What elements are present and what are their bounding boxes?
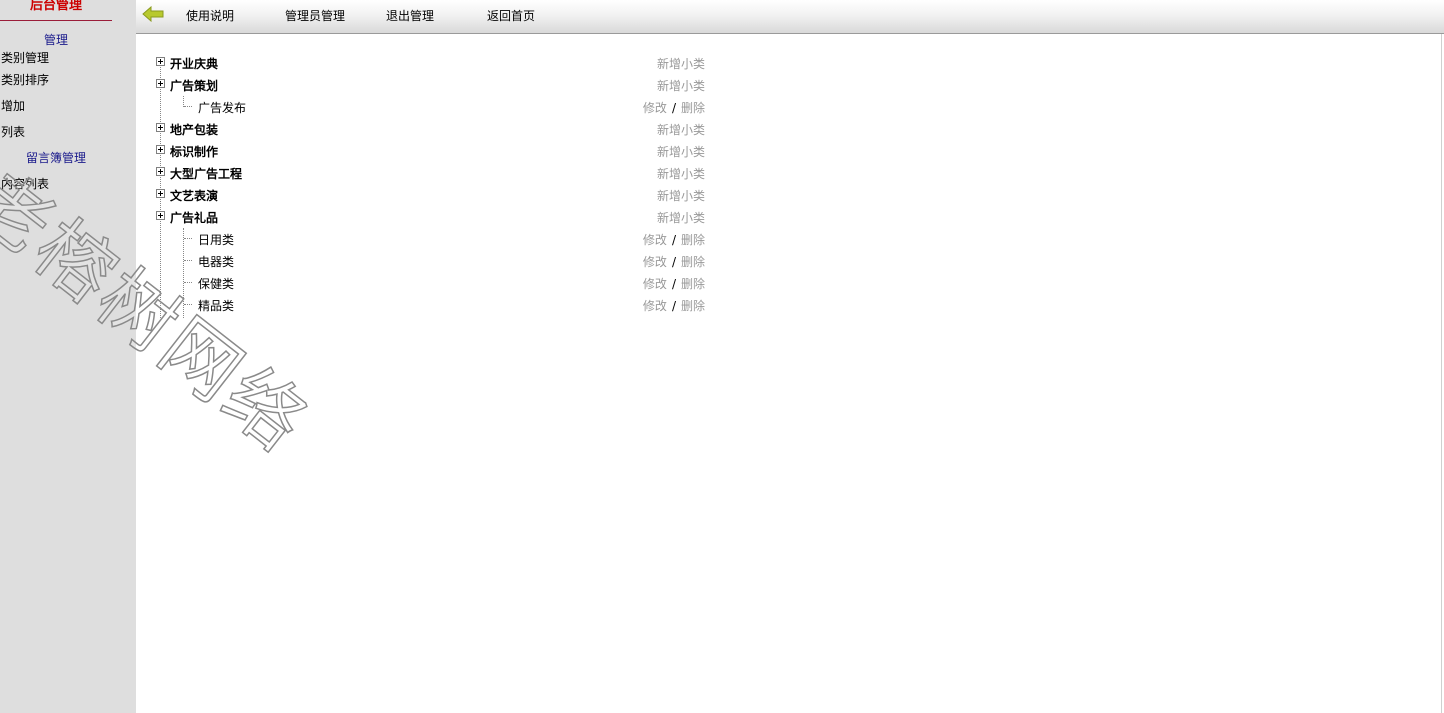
sidebar-item-add[interactable]: 增加 <box>1 97 25 114</box>
nav-logout-link[interactable]: 退出管理 <box>386 7 434 24</box>
sidebar-group-manage: 管理 <box>43 33 68 47</box>
expand-plus-icon[interactable] <box>156 167 165 176</box>
delete-link[interactable]: 删除 <box>681 233 705 247</box>
nav-home-link[interactable]: 返回首页 <box>487 7 535 24</box>
tree-row-subcategory: 电器类 修改 / 删除 <box>155 250 705 272</box>
edit-link[interactable]: 修改 <box>643 233 667 247</box>
sidebar-group-guestbook: 留言簿管理 <box>25 151 86 165</box>
tree-row-category: 广告礼品 新增小类 <box>155 206 705 228</box>
category-label[interactable]: 标识制作 <box>170 143 218 160</box>
action-separator: / <box>671 277 676 291</box>
expand-plus-icon[interactable] <box>156 145 165 154</box>
subcategory-label[interactable]: 电器类 <box>198 253 234 270</box>
edit-link[interactable]: 修改 <box>643 299 667 313</box>
tree-row-category: 大型广告工程 新增小类 <box>155 162 705 184</box>
sidebar-item-content-list[interactable]: 内容列表 <box>1 175 49 192</box>
add-subcategory-link[interactable]: 新增小类 <box>657 189 705 203</box>
delete-link[interactable]: 删除 <box>681 299 705 313</box>
sidebar-item-category-manage[interactable]: 类别管理 <box>1 49 49 66</box>
tree-branch-line <box>184 282 192 283</box>
delete-link[interactable]: 删除 <box>681 277 705 291</box>
tree-row-subcategory: 日用类 修改 / 删除 <box>155 228 705 250</box>
category-label[interactable]: 文艺表演 <box>170 187 218 204</box>
expand-plus-icon[interactable] <box>156 79 165 88</box>
tree-branch-line <box>184 238 192 239</box>
add-subcategory-link[interactable]: 新增小类 <box>657 79 705 93</box>
sidebar-title: 后台管理 <box>0 0 112 21</box>
add-subcategory-link[interactable]: 新增小类 <box>657 211 705 225</box>
tree-branch-line <box>184 106 192 107</box>
expand-plus-icon[interactable] <box>156 189 165 198</box>
tree-row-subcategory: 精品类 修改 / 删除 <box>155 294 705 316</box>
tree-row-category: 标识制作 新增小类 <box>155 140 705 162</box>
add-subcategory-link[interactable]: 新增小类 <box>657 57 705 71</box>
expand-plus-icon[interactable] <box>156 123 165 132</box>
category-label[interactable]: 大型广告工程 <box>170 165 242 182</box>
edit-link[interactable]: 修改 <box>643 277 667 291</box>
edit-link[interactable]: 修改 <box>643 101 667 115</box>
sidebar-item-category-sort[interactable]: 类别排序 <box>1 71 49 88</box>
edit-link[interactable]: 修改 <box>643 255 667 269</box>
arrow-left-icon[interactable] <box>142 6 164 22</box>
expand-plus-icon[interactable] <box>156 211 165 220</box>
tree-row-category: 开业庆典 新增小类 <box>155 52 705 74</box>
tree-row-category: 广告策划 新增小类 <box>155 74 705 96</box>
action-separator: / <box>671 299 676 313</box>
category-label[interactable]: 开业庆典 <box>170 55 218 72</box>
add-subcategory-link[interactable]: 新增小类 <box>657 123 705 137</box>
tree-branch-line <box>184 304 192 305</box>
tree-row-subcategory: 保健类 修改 / 删除 <box>155 272 705 294</box>
action-separator: / <box>671 255 676 269</box>
sidebar: 后台管理 管理 类别管理 类别排序 增加 列表 留言簿管理 内容列表 <box>0 0 136 713</box>
subcategory-label[interactable]: 精品类 <box>198 297 234 314</box>
tree-branch-line <box>184 260 192 261</box>
expand-plus-icon[interactable] <box>156 57 165 66</box>
delete-link[interactable]: 删除 <box>681 101 705 115</box>
subcategory-label[interactable]: 保健类 <box>198 275 234 292</box>
category-label[interactable]: 地产包装 <box>170 121 218 138</box>
add-subcategory-link[interactable]: 新增小类 <box>657 167 705 181</box>
nav-help-link[interactable]: 使用说明 <box>186 7 234 24</box>
category-label[interactable]: 广告策划 <box>170 77 218 94</box>
tree-row-category: 地产包装 新增小类 <box>155 118 705 140</box>
nav-admin-manage-link[interactable]: 管理员管理 <box>285 7 345 24</box>
category-label[interactable]: 广告礼品 <box>170 209 218 226</box>
action-separator: / <box>671 233 676 247</box>
tree-row-category: 文艺表演 新增小类 <box>155 184 705 206</box>
subcategory-label[interactable]: 广告发布 <box>198 99 246 116</box>
category-tree: 开业庆典 新增小类 广告策划 新增小类 广告发布 修改 / 删除 地产包装 新增小类… <box>155 52 715 322</box>
sidebar-item-list[interactable]: 列表 <box>1 123 25 140</box>
subcategory-label[interactable]: 日用类 <box>198 231 234 248</box>
top-nav-bar: 使用说明 管理员管理 退出管理 返回首页 <box>136 0 1444 34</box>
delete-link[interactable]: 删除 <box>681 255 705 269</box>
add-subcategory-link[interactable]: 新增小类 <box>657 145 705 159</box>
content-right-border <box>1441 34 1442 713</box>
tree-row-subcategory: 广告发布 修改 / 删除 <box>155 96 705 118</box>
action-separator: / <box>671 101 676 115</box>
